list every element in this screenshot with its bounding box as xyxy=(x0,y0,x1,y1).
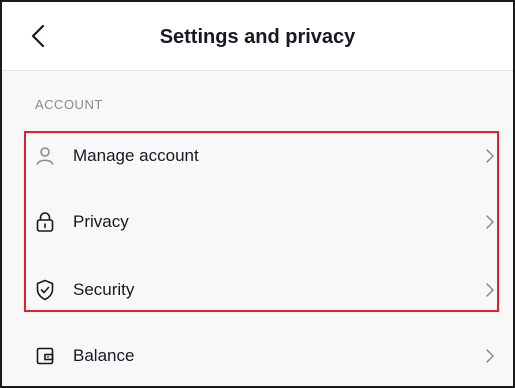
settings-item-manage-account[interactable]: Manage account xyxy=(2,123,513,189)
settings-item-label: Balance xyxy=(73,346,135,365)
shield-icon xyxy=(35,279,55,301)
settings-screen: Settings and privacy ACCOUNT Manage acco… xyxy=(0,0,515,388)
chevron-right-icon xyxy=(485,149,495,163)
chevron-right-icon xyxy=(485,283,495,297)
settings-item-security[interactable]: Security xyxy=(2,257,513,323)
wallet-icon xyxy=(35,346,55,366)
settings-item-balance[interactable]: Balance xyxy=(2,323,513,386)
settings-item-privacy[interactable]: Privacy xyxy=(2,189,513,255)
lock-icon xyxy=(35,212,55,232)
settings-item-label: Security xyxy=(73,280,135,299)
settings-list: ACCOUNT Manage account Privacy Security … xyxy=(2,71,513,386)
chevron-right-icon xyxy=(485,349,495,363)
person-icon xyxy=(35,146,55,166)
section-header-account: ACCOUNT xyxy=(35,97,103,112)
settings-item-label: Manage account xyxy=(73,146,199,165)
page-title: Settings and privacy xyxy=(159,26,356,48)
chevron-right-icon xyxy=(485,215,495,229)
header-bar: Settings and privacy xyxy=(2,2,513,71)
settings-item-label: Privacy xyxy=(73,212,129,231)
